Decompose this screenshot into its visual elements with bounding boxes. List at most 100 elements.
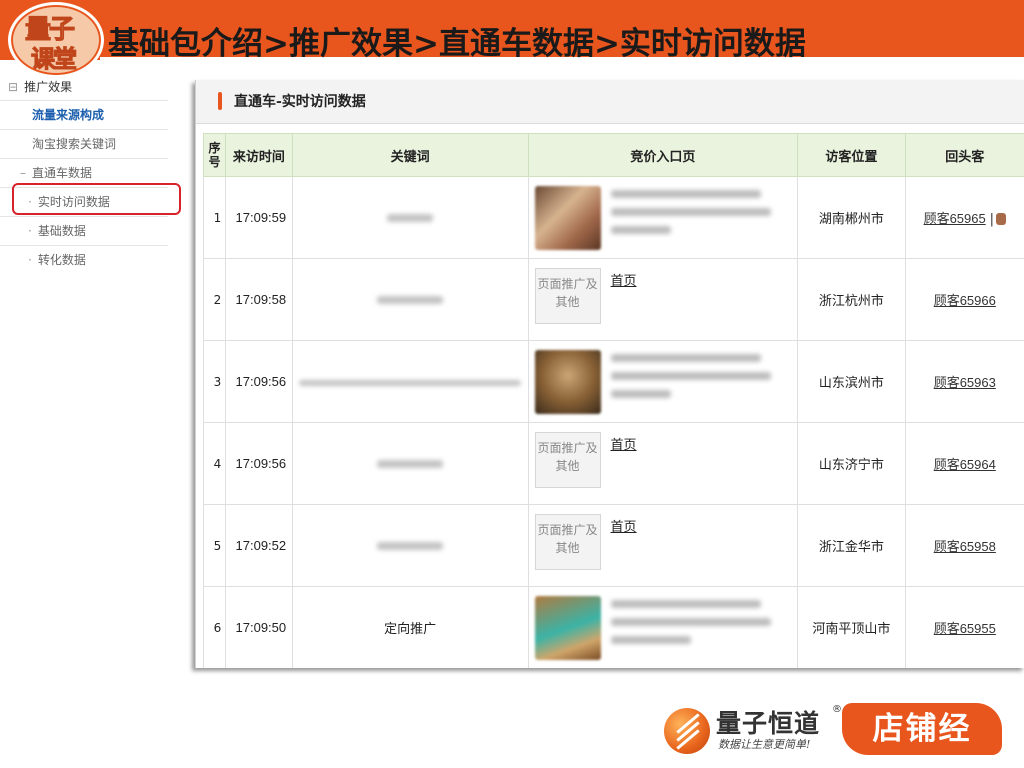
row-visitor-location: 浙江杭州市 (797, 258, 906, 341)
visitor-link[interactable]: 顾客65964 (934, 457, 996, 472)
brand-logo-icon (664, 708, 710, 754)
row-entry-page[interactable] (527, 176, 799, 259)
table-row: 6 17:09:50 定向推广 河南平顶山市 顾客65955 (203, 586, 1024, 668)
row-keyword (291, 258, 529, 341)
column-header-returning-customer: 回头客 (904, 133, 1024, 177)
row-returning-customer: 顾客65955 (904, 586, 1024, 668)
column-header-keyword: 关键词 (291, 133, 529, 177)
visitor-link[interactable]: 顾客65955 (934, 621, 996, 636)
sidebar-nav: ⊟ 推广效果 流量来源构成 淘宝搜索关键词 – 直通车数据 · 实时访问数据 · 基础数… (0, 74, 168, 274)
sidebar-item-basic-data[interactable]: · 基础数据 (0, 217, 168, 246)
row-entry-page[interactable] (527, 340, 799, 423)
page-promo-placeholder: 页面推广及其他 (534, 268, 601, 324)
store-classic-badge: 店铺经 (842, 703, 1002, 755)
blurred-keyword (377, 459, 444, 468)
panel-title: 直通车-实时访问数据 (234, 94, 366, 110)
row-index: 6 (203, 586, 226, 668)
row-visit-time: 17:09:50 (224, 586, 293, 668)
bullet-icon: · (28, 253, 32, 267)
row-keyword (291, 340, 529, 423)
sidebar-item-conversion-data[interactable]: · 转化数据 (0, 246, 168, 274)
blurred-keyword (377, 295, 444, 304)
row-visitor-location: 浙江金华市 (797, 504, 906, 587)
column-header-bid-entry-page: 竞价入口页 (527, 133, 799, 177)
row-visit-time: 17:09:56 (224, 340, 293, 423)
blurred-product-title (610, 190, 781, 244)
quantum-classroom-logo: 量子 课堂 (8, 2, 104, 78)
row-visitor-location: 山东济宁市 (797, 422, 906, 505)
row-visit-time: 17:09:56 (224, 422, 293, 505)
row-visitor-location: 河南平顶山市 (797, 586, 906, 668)
row-visit-time: 17:09:58 (224, 258, 293, 341)
panel-header: 直通车-实时访问数据 (196, 80, 1024, 124)
table-row: 5 17:09:52 页面推广及其他 首页 浙江金华市 顾客65958 (203, 504, 1024, 587)
row-keyword (291, 504, 529, 587)
blurred-keyword (377, 541, 444, 550)
row-visitor-location: 山东滨州市 (797, 340, 906, 423)
sidebar-item-label: 直通车数据 (32, 166, 93, 180)
row-visit-time: 17:09:59 (224, 176, 293, 259)
sidebar-group-label: 推广效果 (24, 80, 73, 94)
column-header-visitor-location: 访客位置 (797, 133, 906, 177)
row-entry-page[interactable]: 页面推广及其他 首页 (527, 504, 799, 587)
liangzi-hengdao-brand: 量子恒道 ® 数据让生意更简单! 店铺经 (664, 700, 1009, 762)
row-keyword (291, 176, 529, 259)
page-promo-placeholder: 页面推广及其他 (534, 514, 601, 570)
brand-slogan: 数据让生意更简单! (718, 738, 811, 751)
table-row: 4 17:09:56 页面推广及其他 首页 山东济宁市 顾客65964 (203, 422, 1024, 505)
row-visit-time: 17:09:52 (224, 504, 293, 587)
sidebar-item-label: 转化数据 (37, 253, 86, 267)
bullet-icon: · (28, 224, 32, 238)
column-header-index: 序号 (203, 133, 226, 177)
row-keyword: 定向推广 (291, 586, 529, 668)
blurred-product-title (610, 600, 781, 654)
sidebar-item-label: 流量来源构成 (32, 108, 105, 122)
row-index: 5 (203, 504, 226, 587)
blurred-keyword (299, 379, 522, 386)
avatar-icon (995, 213, 1006, 225)
table-header-row: 序号 来访时间 关键词 竞价入口页 访客位置 回头客 (203, 133, 1024, 177)
product-thumbnail[interactable] (534, 596, 601, 660)
collapse-icon[interactable]: ⊟ (8, 80, 18, 94)
page-promo-placeholder: 页面推广及其他 (534, 432, 601, 488)
sidebar-item-traffic-source[interactable]: 流量来源构成 (0, 101, 168, 130)
row-index: 2 (203, 258, 226, 341)
row-returning-customer: 顾客65965 | (904, 176, 1024, 259)
blurred-keyword (387, 213, 434, 222)
table-row: 1 17:09:59 湖南郴州市 顾客65965 | (203, 176, 1024, 259)
sidebar-group-promotion-effect[interactable]: ⊟ 推广效果 (0, 74, 168, 101)
logo-text-line2: 课堂 (31, 45, 78, 74)
row-entry-page[interactable] (527, 586, 799, 668)
visitor-link[interactable]: 顾客65966 (934, 293, 996, 308)
page-title: 基础包介绍>推广效果>直通车数据>实时访问数据 (108, 26, 806, 62)
row-entry-page[interactable]: 页面推广及其他 首页 (527, 422, 799, 505)
row-index: 3 (203, 340, 226, 423)
realtime-visit-panel: 直通车-实时访问数据 序号 来访时间 关键词 竞价入口页 访客位置 回头客 1 … (195, 80, 1024, 668)
expand-dash-icon: – (20, 166, 26, 180)
sidebar-item-label: 基础数据 (37, 224, 86, 238)
sidebar-item-label: 淘宝搜索关键词 (32, 137, 117, 151)
home-page-link[interactable]: 首页 (611, 270, 637, 289)
row-visitor-location: 湖南郴州市 (797, 176, 906, 259)
visit-table: 序号 来访时间 关键词 竞价入口页 访客位置 回头客 1 17:09:59 湖南… (203, 133, 1024, 668)
row-returning-customer: 顾客65964 (904, 422, 1024, 505)
registered-mark: ® (832, 704, 842, 715)
row-entry-page[interactable]: 页面推广及其他 首页 (527, 258, 799, 341)
product-thumbnail[interactable] (534, 186, 601, 250)
home-page-link[interactable]: 首页 (611, 434, 637, 453)
home-page-link[interactable]: 首页 (611, 516, 637, 535)
table-row: 2 17:09:58 页面推广及其他 首页 浙江杭州市 顾客65966 (203, 258, 1024, 341)
visitor-separator: | (989, 212, 994, 227)
blurred-product-title (610, 354, 781, 408)
row-returning-customer: 顾客65958 (904, 504, 1024, 587)
visitor-link[interactable]: 顾客65958 (934, 539, 996, 554)
visitor-link[interactable]: 顾客65965 (924, 211, 986, 226)
sidebar-item-taobao-search-keywords[interactable]: 淘宝搜索关键词 (0, 130, 168, 159)
row-returning-customer: 顾客65963 (904, 340, 1024, 423)
row-returning-customer: 顾客65966 (904, 258, 1024, 341)
row-keyword (291, 422, 529, 505)
sidebar-highlight-frame (12, 183, 181, 215)
product-thumbnail[interactable] (534, 350, 601, 414)
row-index: 1 (203, 176, 226, 259)
visitor-link[interactable]: 顾客65963 (934, 375, 996, 390)
